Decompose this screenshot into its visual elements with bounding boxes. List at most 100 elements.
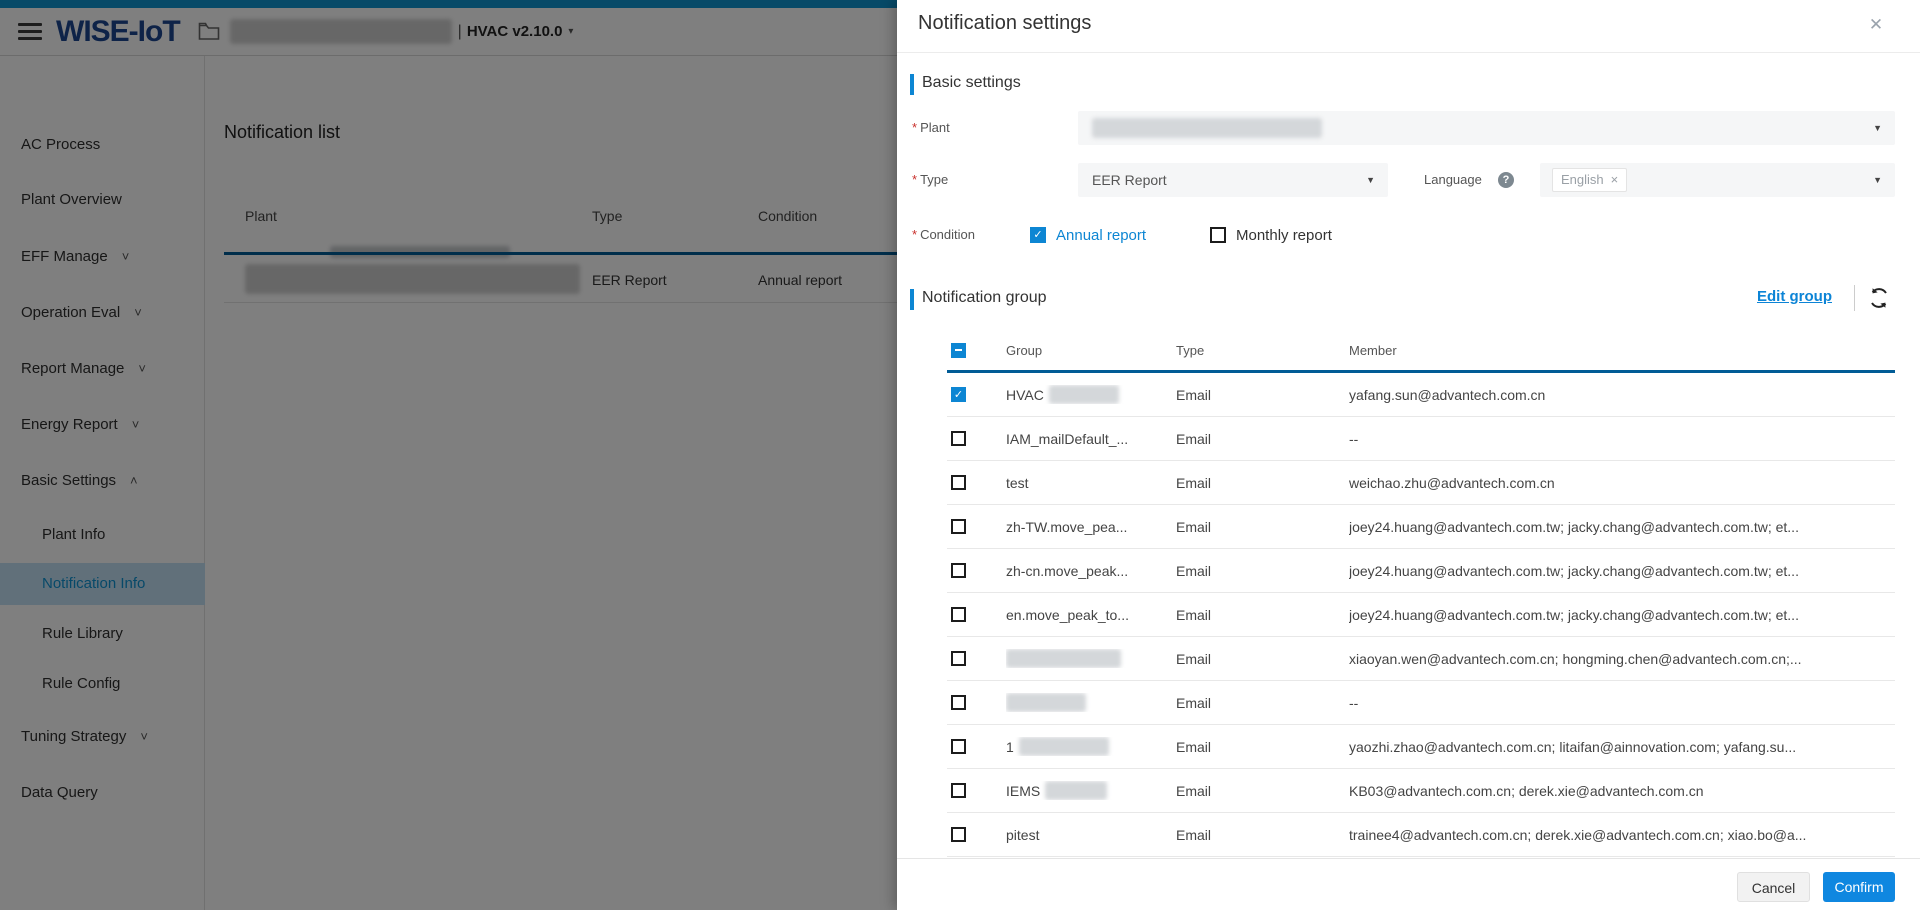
group-name: test (1006, 475, 1176, 491)
caret-down-icon: ▼ (1873, 111, 1882, 145)
group-type: Email (1176, 475, 1349, 491)
annual-report-option[interactable]: ✓ Annual report (1030, 218, 1146, 252)
redacted-group-name (1019, 737, 1109, 756)
group-type: Email (1176, 607, 1349, 623)
group-type: Email (1176, 695, 1349, 711)
redacted-plant-value (1092, 118, 1322, 138)
condition-field-label: *Condition (912, 218, 975, 252)
tag-remove-icon[interactable]: × (1611, 172, 1619, 187)
group-member: KB03@advantech.com.cn; derek.xie@advante… (1349, 783, 1895, 799)
redacted-group-name (1006, 649, 1121, 668)
table-row[interactable]: zh-cn.move_peak... Email joey24.huang@ad… (947, 549, 1895, 593)
group-type: Email (1176, 387, 1349, 403)
confirm-button[interactable]: Confirm (1823, 872, 1895, 902)
table-row[interactable]: ✓ HVAC Email yafang.sun@advantech.com.cn (947, 373, 1895, 417)
select-all-checkbox[interactable] (951, 343, 966, 358)
checkbox-unchecked-icon[interactable] (1210, 227, 1226, 243)
group-member: -- (1349, 695, 1895, 711)
edit-group-link[interactable]: Edit group (1757, 288, 1832, 305)
row-checkbox[interactable] (951, 827, 966, 842)
table-row[interactable]: test Email weichao.zhu@advantech.com.cn (947, 461, 1895, 505)
redacted-group-name (1049, 385, 1119, 404)
group-table-header: Group Type Member (947, 330, 1895, 370)
table-row[interactable]: IEMS Email KB03@advantech.com.cn; derek.… (947, 769, 1895, 813)
modal-title: Notification settings (918, 12, 1091, 35)
required-mark: * (912, 172, 917, 187)
notification-settings-modal: Notification settings ✕ Basic settings *… (897, 0, 1920, 910)
group-type: Email (1176, 739, 1349, 755)
type-select-value: EER Report (1092, 163, 1167, 197)
row-checkbox[interactable] (951, 739, 966, 754)
row-checkbox[interactable] (951, 519, 966, 534)
app-root: WISE-IoT | HVAC v2.10.0 ▾ AC Process Pla… (0, 0, 1920, 910)
group-member: joey24.huang@advantech.com.tw; jacky.cha… (1349, 563, 1895, 579)
table-row[interactable]: 1 Email yaozhi.zhao@advantech.com.cn; li… (947, 725, 1895, 769)
cancel-button[interactable]: Cancel (1737, 872, 1810, 902)
group-name: IAM_mailDefault_... (1006, 431, 1176, 447)
table-row[interactable]: IAM_mailDefault_... Email -- (947, 417, 1895, 461)
group-member: weichao.zhu@advantech.com.cn (1349, 475, 1895, 491)
table-row[interactable]: zh-TW.move_pea... Email joey24.huang@adv… (947, 505, 1895, 549)
row-checkbox[interactable] (951, 651, 966, 666)
member-column-header: Member (1349, 343, 1895, 358)
group-member: joey24.huang@advantech.com.tw; jacky.cha… (1349, 519, 1895, 535)
type-column-header: Type (1176, 343, 1349, 358)
group-column-header: Group (1006, 343, 1176, 358)
group-name: 1 (1006, 739, 1014, 755)
group-member: -- (1349, 431, 1895, 447)
row-checkbox[interactable] (951, 783, 966, 798)
refresh-icon[interactable] (1867, 286, 1891, 310)
row-checkbox[interactable] (951, 475, 966, 490)
group-member: joey24.huang@advantech.com.tw; jacky.cha… (1349, 607, 1895, 623)
table-row[interactable]: pitest Email trainee4@advantech.com.cn; … (947, 813, 1895, 857)
group-name: zh-cn.move_peak... (1006, 563, 1176, 579)
required-mark: * (912, 227, 917, 242)
group-name: pitest (1006, 827, 1176, 843)
row-checkbox[interactable] (951, 431, 966, 446)
language-field-label: Language (1424, 163, 1482, 197)
caret-down-icon: ▼ (1366, 163, 1375, 197)
group-name: HVAC (1006, 387, 1044, 403)
section-accent-bar (910, 74, 914, 95)
required-mark: * (912, 120, 917, 135)
group-type: Email (1176, 519, 1349, 535)
modal-title-divider (897, 52, 1920, 53)
row-checkbox-checked[interactable]: ✓ (951, 387, 966, 402)
close-icon[interactable]: ✕ (1863, 12, 1889, 38)
group-type: Email (1176, 563, 1349, 579)
notification-group-heading: Notification group (922, 289, 1047, 307)
monthly-report-label: Monthly report (1236, 227, 1332, 244)
row-checkbox[interactable] (951, 607, 966, 622)
language-select[interactable]: English× ▼ (1540, 163, 1895, 197)
redacted-group-name (1006, 693, 1086, 712)
group-name: en.move_peak_to... (1006, 607, 1176, 623)
monthly-report-option[interactable]: Monthly report (1210, 218, 1332, 252)
group-name: zh-TW.move_pea... (1006, 519, 1176, 535)
group-member: xiaoyan.wen@advantech.com.cn; hongming.c… (1349, 651, 1895, 667)
group-name: IEMS (1006, 783, 1040, 799)
table-row[interactable]: en.move_peak_to... Email joey24.huang@ad… (947, 593, 1895, 637)
footer-divider (897, 858, 1920, 859)
row-checkbox[interactable] (951, 563, 966, 578)
group-type: Email (1176, 651, 1349, 667)
caret-down-icon: ▼ (1873, 163, 1882, 197)
checkbox-checked-icon[interactable]: ✓ (1030, 227, 1046, 243)
table-row[interactable]: Email -- (947, 681, 1895, 725)
row-checkbox[interactable] (951, 695, 966, 710)
toolbar-divider (1854, 285, 1855, 311)
annual-report-label: Annual report (1056, 227, 1146, 244)
group-member: yafang.sun@advantech.com.cn (1349, 387, 1895, 403)
basic-settings-heading: Basic settings (922, 74, 1021, 92)
table-row[interactable]: Email xiaoyan.wen@advantech.com.cn; hong… (947, 637, 1895, 681)
group-member: yaozhi.zhao@advantech.com.cn; litaifan@a… (1349, 739, 1895, 755)
type-field-label: *Type (912, 163, 948, 197)
question-help-icon[interactable]: ? (1498, 172, 1514, 188)
section-accent-bar (910, 289, 914, 310)
group-member: trainee4@advantech.com.cn; derek.xie@adv… (1349, 827, 1895, 843)
group-type: Email (1176, 431, 1349, 447)
type-select[interactable]: EER Report ▼ (1078, 163, 1388, 197)
language-tag: English× (1552, 168, 1627, 192)
plant-select[interactable]: ▼ (1078, 111, 1895, 145)
group-type: Email (1176, 783, 1349, 799)
redacted-group-name (1045, 781, 1107, 800)
